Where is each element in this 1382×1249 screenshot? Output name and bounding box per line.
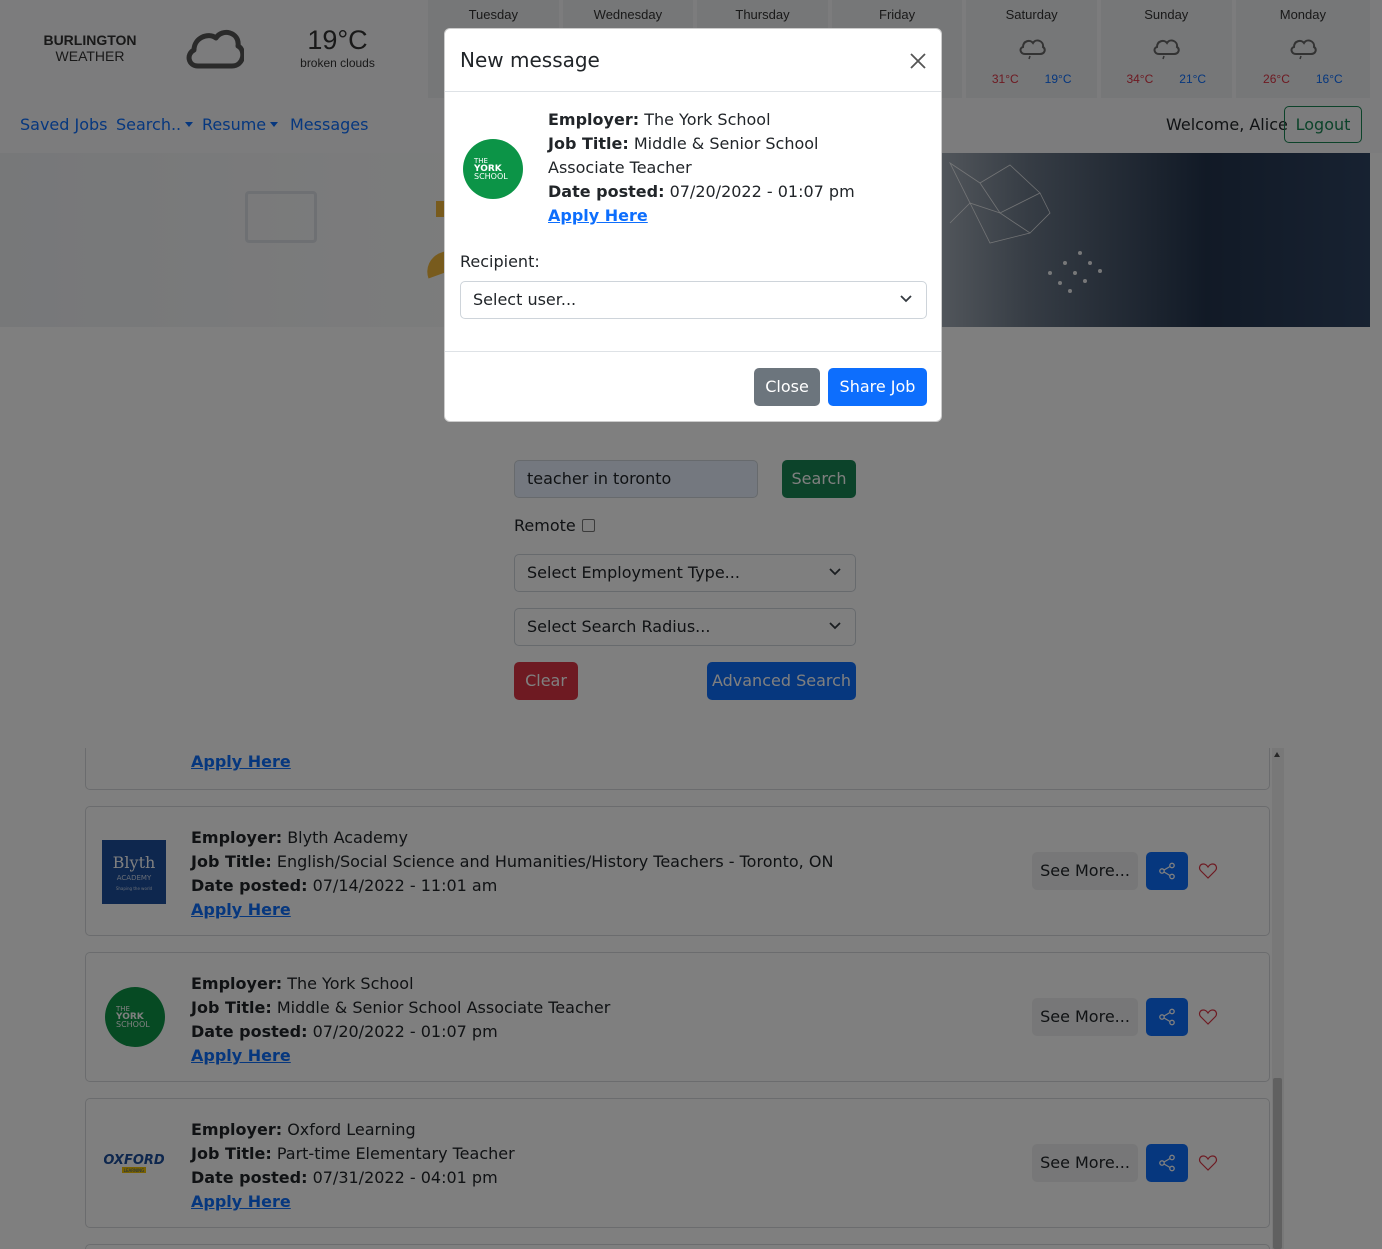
date-posted: 07/20/2022 - 01:07 pm [669,182,855,201]
modal-footer: Close Share Job [445,351,941,421]
modal-body: THE YORK SCHOOL Employer: The York Schoo… [445,92,941,352]
recipient-label: Recipient: [460,252,540,271]
job-title-label: Job Title: [548,134,629,153]
recipient-select[interactable]: Select user... [460,281,927,319]
modal-header: New message [445,29,941,92]
employer-label: Employer: [548,110,640,129]
chevron-down-icon [900,295,912,303]
close-button[interactable]: Close [754,368,820,406]
share-job-button[interactable]: Share Job [828,368,927,406]
recipient-select-value: Select user... [473,290,577,309]
svg-text:SCHOOL: SCHOOL [474,172,508,181]
modal-job-info: Employer: The York School Job Title: Mid… [548,108,888,228]
apply-link[interactable]: Apply Here [548,206,648,225]
employer-name: The York School [644,110,771,129]
close-icon[interactable] [908,51,928,71]
date-posted-label: Date posted: [548,182,665,201]
modal-title: New message [460,48,600,72]
share-job-modal: New message THE YORK SCHOOL Employer: Th… [444,28,942,422]
york-school-logo: THE YORK SCHOOL [463,139,523,199]
